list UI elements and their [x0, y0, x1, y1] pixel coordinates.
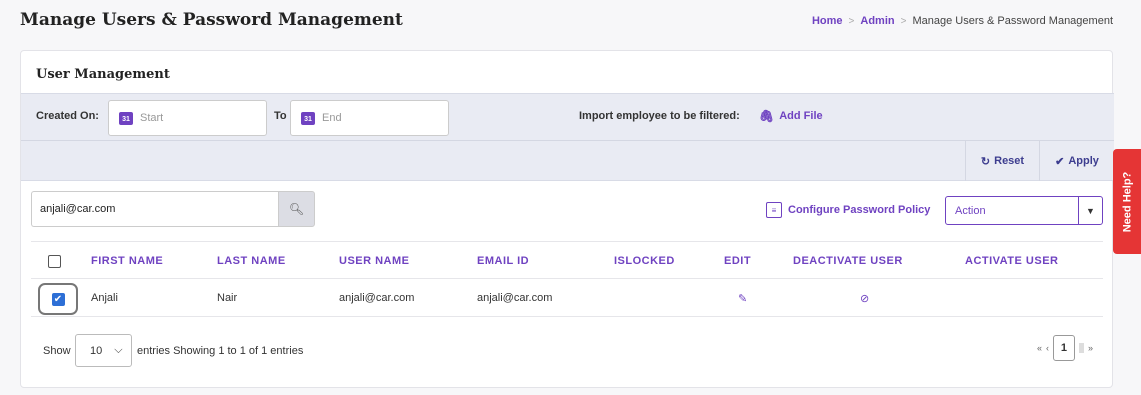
user-management-card: User Management Created On: 31 Start To …	[20, 50, 1114, 388]
first-page-icon[interactable]: «	[1037, 343, 1042, 353]
col-user-name[interactable]: USER NAME	[339, 242, 410, 280]
breadcrumb-separator: >	[900, 15, 907, 27]
to-label: To	[274, 110, 287, 122]
next-page-icon[interactable]	[1078, 343, 1084, 353]
add-file-label: Add File	[779, 110, 823, 122]
page-title: Manage Users & Password Management	[20, 10, 403, 30]
filter-bar: Created On: 31 Start To 31 End Import em…	[21, 93, 1114, 181]
calendar-icon: 31	[119, 111, 133, 125]
reset-button[interactable]: ↻ Reset	[965, 141, 1039, 181]
refresh-icon: ↻	[980, 155, 991, 168]
apply-label: Apply	[1068, 155, 1099, 167]
col-islocked[interactable]: ISLOCKED	[614, 242, 675, 280]
breadcrumb-separator: >	[848, 15, 855, 27]
breadcrumb-home-link[interactable]: Home	[812, 15, 843, 27]
chevron-down-icon: ⌵	[114, 344, 123, 356]
breadcrumb-current: Manage Users & Password Management	[912, 15, 1113, 27]
cell-user-name: anjali@car.com	[339, 292, 415, 304]
check-circle-icon: ✔	[1055, 155, 1065, 168]
prev-page-icon[interactable]: ‹	[1046, 343, 1049, 353]
search-group: 🔍︎	[31, 191, 319, 227]
start-date-input[interactable]: 31 Start	[108, 100, 267, 136]
col-edit: EDIT	[724, 255, 752, 267]
calendar-icon: 31	[301, 111, 315, 125]
last-page-icon[interactable]: »	[1088, 343, 1093, 353]
select-all-cell	[48, 242, 61, 280]
deactivate-icon[interactable]: ⊘	[860, 279, 869, 317]
edit-icon[interactable]: ✎	[738, 279, 747, 317]
need-help-tab[interactable]: Need Help?	[1113, 149, 1141, 254]
configure-password-policy-link[interactable]: ≡ Configure Password Policy	[766, 202, 930, 218]
apply-button[interactable]: ✔ Apply	[1039, 141, 1114, 181]
table-row: ✔ Anjali Nair anjali@car.com anjali@car.…	[31, 279, 1103, 317]
pagination: « ‹ 1 »	[1037, 335, 1093, 361]
configure-label: Configure Password Policy	[788, 204, 931, 216]
row-checkbox[interactable]: ✔	[51, 292, 65, 306]
cell-email: anjali@car.com	[477, 292, 553, 304]
col-email-id[interactable]: EMAIL ID	[477, 242, 529, 280]
table-header-row: FIRST NAME LAST NAME USER NAME EMAIL ID …	[31, 241, 1103, 279]
add-file-link[interactable]: 🖇 Add File	[759, 109, 823, 123]
import-employee-label: Import employee to be filtered:	[579, 110, 740, 122]
col-deactivate-user: DEACTIVATE USER	[793, 255, 903, 267]
page-length-select[interactable]: 10 ⌵	[75, 334, 132, 367]
col-first-name[interactable]: FIRST NAME	[91, 242, 163, 280]
search-icon: 🔍︎	[288, 202, 305, 216]
cell-last-name: Nair	[217, 292, 238, 304]
select-all-checkbox[interactable]	[48, 254, 61, 268]
col-activate-user: ACTIVATE USER	[965, 255, 1059, 267]
start-date-placeholder: Start	[140, 112, 164, 124]
breadcrumb: Home > Admin > Manage Users & Password M…	[812, 15, 1113, 27]
cell-first-name: Anjali	[91, 292, 118, 304]
card-title: User Management	[36, 67, 170, 82]
need-help-label: Need Help?	[1121, 171, 1134, 232]
col-last-name[interactable]: LAST NAME	[217, 242, 286, 280]
breadcrumb-admin-link[interactable]: Admin	[860, 15, 894, 27]
paperclip-icon: 🖇	[759, 109, 775, 123]
end-date-placeholder: End	[322, 112, 342, 124]
row-checkbox-highlight: ✔	[38, 283, 78, 315]
show-label: Show	[43, 345, 71, 357]
reset-label: Reset	[994, 155, 1025, 167]
page-length-value: 10	[90, 344, 103, 357]
action-select[interactable]: Action ▼	[945, 196, 1103, 225]
entries-info: entries Showing 1 to 1 of 1 entries	[137, 345, 304, 357]
table-footer: Show 10 ⌵ entries Showing 1 to 1 of 1 en…	[31, 329, 1103, 369]
search-button[interactable]: 🔍︎	[278, 191, 315, 227]
end-date-input[interactable]: 31 End	[290, 100, 449, 136]
page-button[interactable]: 1	[1052, 335, 1075, 361]
policy-icon: ≡	[766, 202, 782, 218]
filter-row: Created On: 31 Start To 31 End Import em…	[21, 94, 1114, 141]
action-value: Action	[955, 204, 986, 217]
chevron-down-icon: ▼	[1078, 197, 1102, 224]
search-input[interactable]	[31, 191, 278, 227]
users-table: FIRST NAME LAST NAME USER NAME EMAIL ID …	[31, 241, 1103, 317]
created-on-label: Created On:	[36, 110, 99, 122]
